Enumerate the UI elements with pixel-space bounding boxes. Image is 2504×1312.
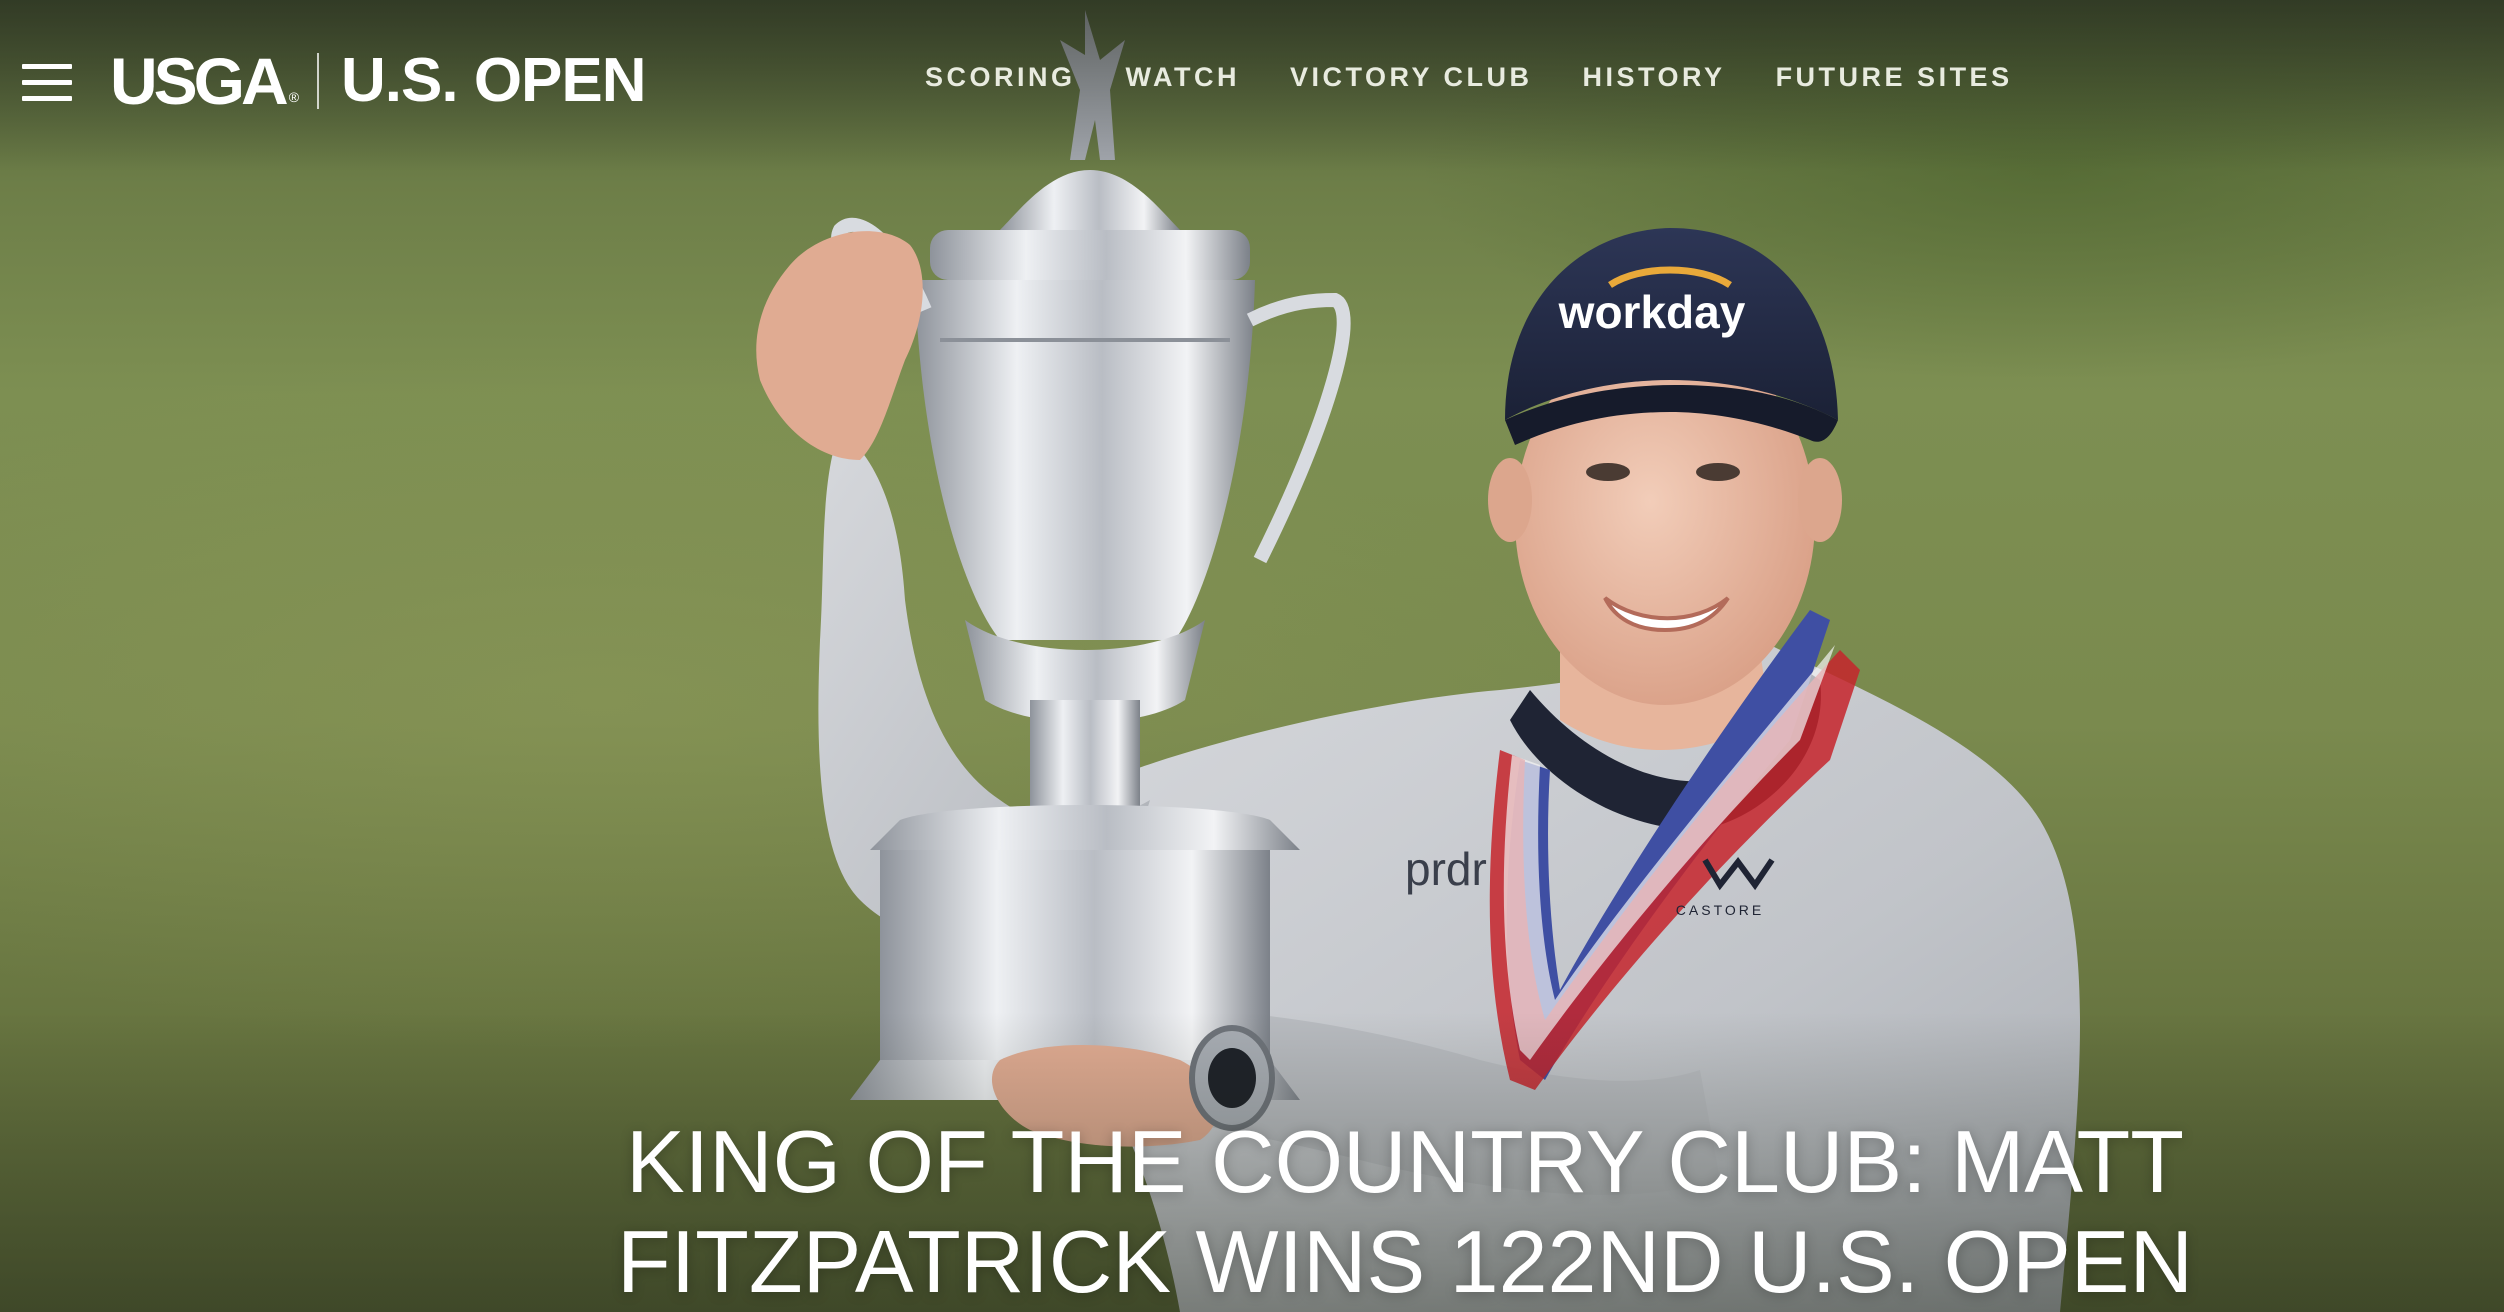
cap-logo-text: workday [1558,286,1746,338]
usga-registered-mark: ® [288,89,300,105]
us-open-logo[interactable]: U.S. OPEN [341,48,647,114]
golfer-raised-hand [756,231,923,460]
shirt-sponsor-text: prdr [1405,843,1487,895]
nav-link-watch[interactable]: WATCH [1126,62,1240,93]
nav-link-history[interactable]: HISTORY [1583,62,1726,93]
shirt-logo-text: CASTORE [1676,902,1764,918]
nav-link-future-sites[interactable]: FUTURE SITES [1776,62,2013,93]
nav-link-scoring[interactable]: SCORING [925,62,1076,93]
brand-divider [317,53,320,109]
nav-link-victory-club[interactable]: VICTORY CLUB [1290,62,1533,93]
hamburger-menu-button[interactable] [22,64,72,104]
hero-headline[interactable]: KING OF THE COUNTRY CLUB: MATT FITZPATRI… [350,1112,2460,1312]
usga-logo[interactable]: USGA [110,48,289,114]
brand-logos[interactable]: USGA ® U.S. OPEN [110,48,647,115]
trophy [831,10,1351,1100]
hamburger-icon [22,64,72,69]
main-nav: SCORING WATCH VICTORY CLUB HISTORY FUTUR… [925,62,2063,93]
hero: workday prdr CASTORE USGA ® U.S. OPEN SC… [0,0,2504,1312]
